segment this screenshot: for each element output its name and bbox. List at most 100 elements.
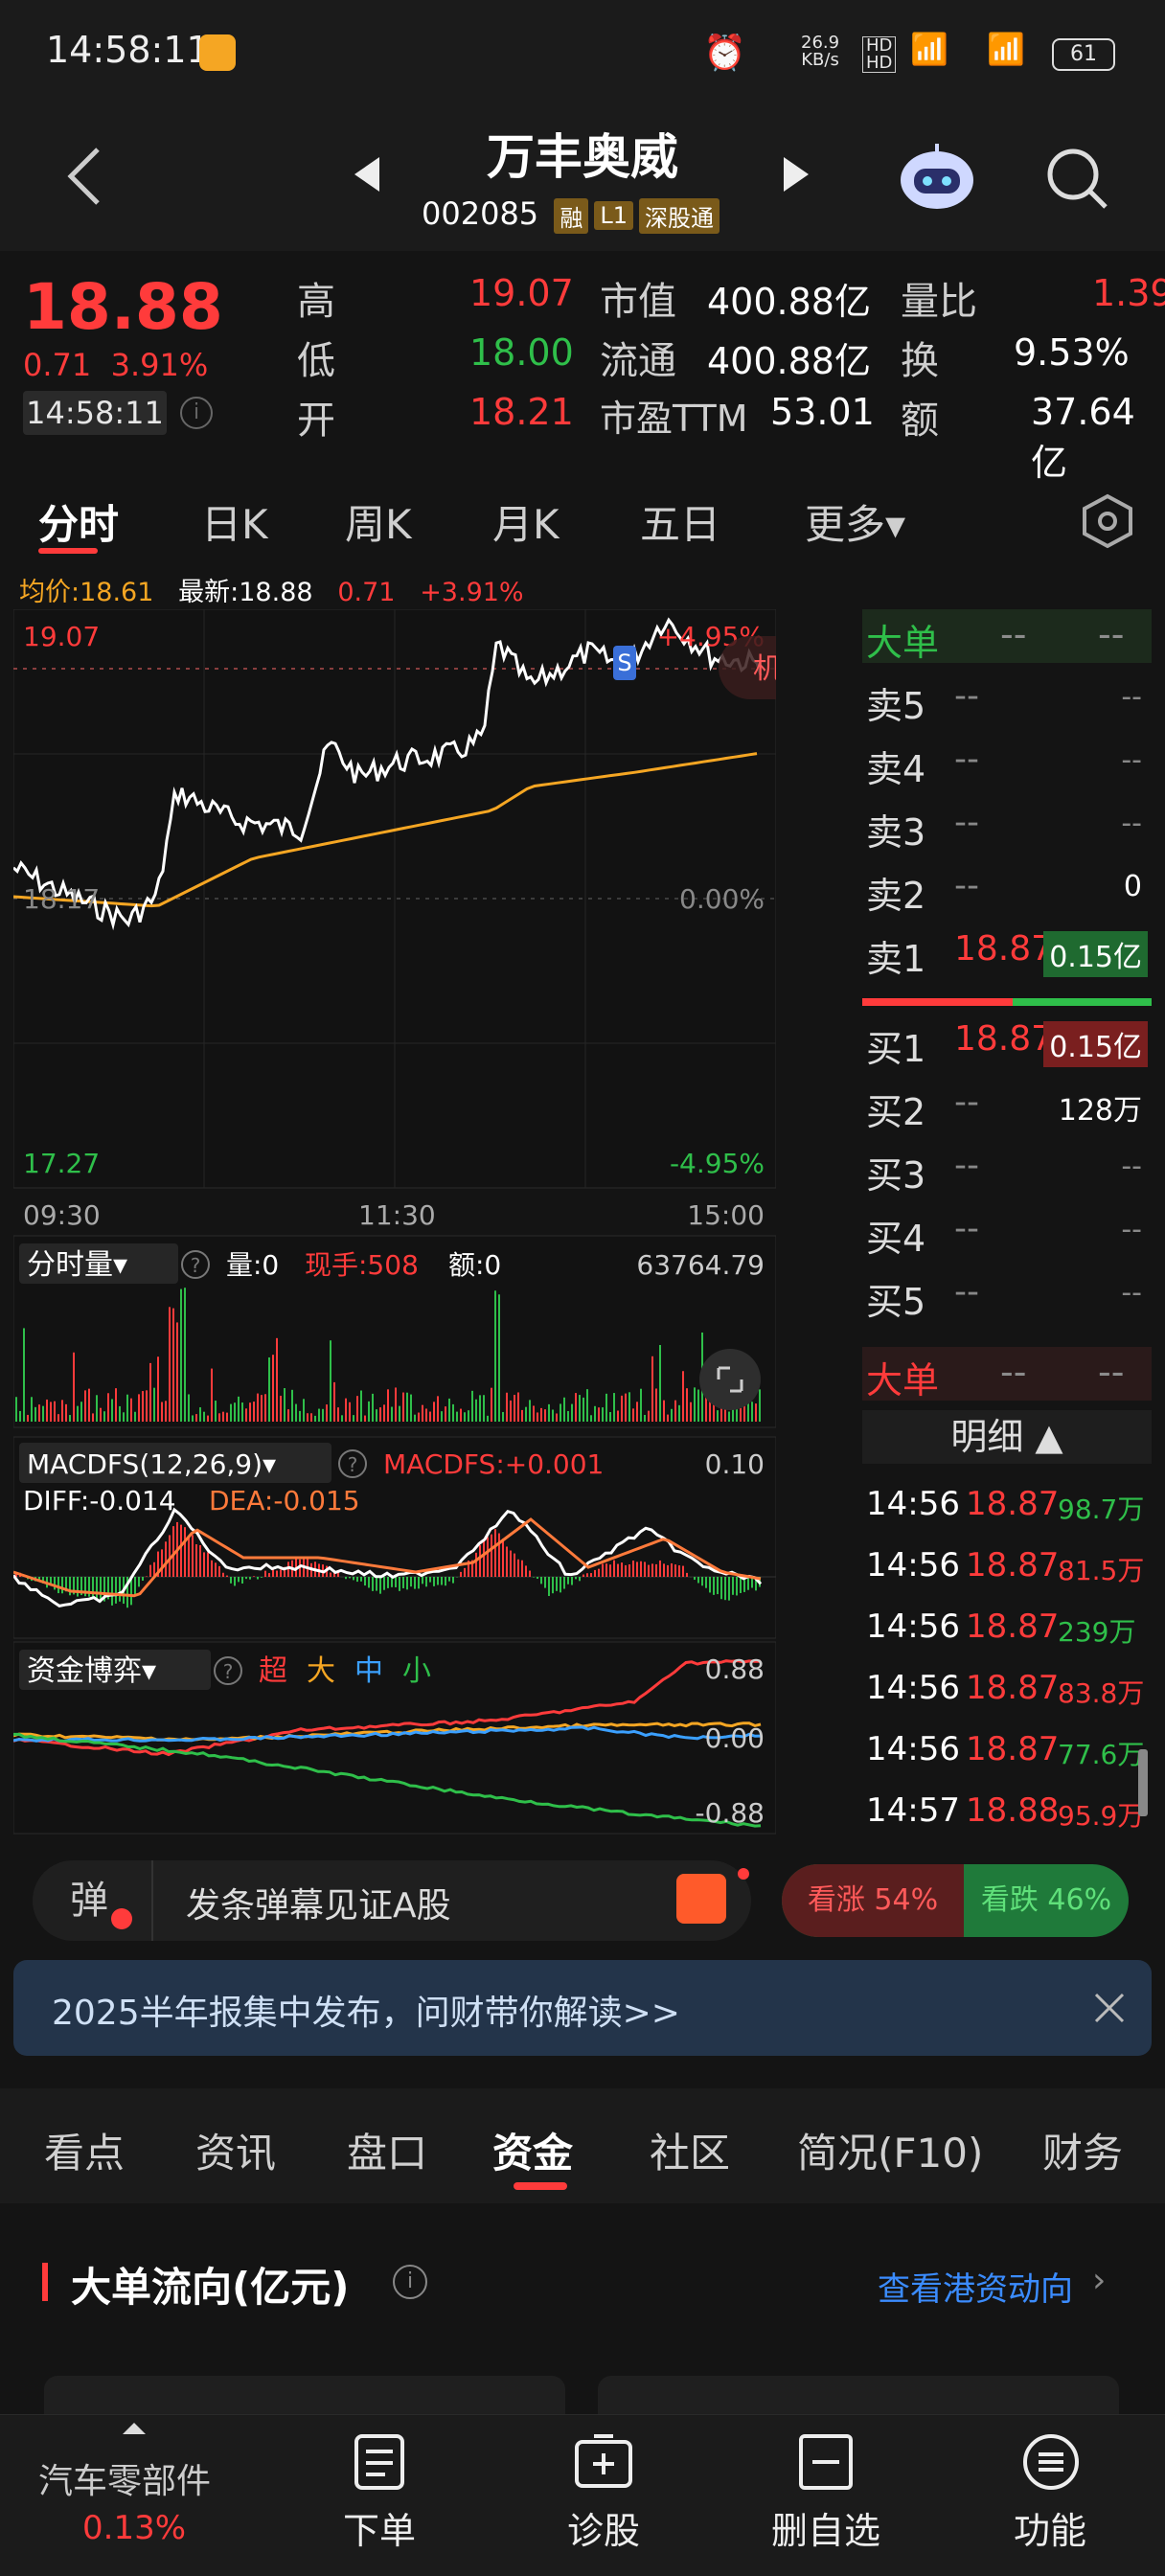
asks-row-4[interactable]: 卖2--0 [862,856,1152,920]
bids-label: 买4 [866,1209,925,1262]
detail-header[interactable]: 明细 ▲ [862,1410,1152,1464]
volume-bar [514,1395,515,1422]
asks-row-3[interactable]: 卖3---- [862,793,1152,856]
vote-down-button[interactable]: 看跌 46% [964,1864,1129,1937]
macd-bar [441,1577,443,1585]
macd-bar [717,1577,719,1594]
macd-bar [245,1577,247,1579]
macd-bar [598,1569,600,1577]
search-icon[interactable] [1044,146,1111,213]
next-stock-icon[interactable] [782,155,811,194]
banner-text[interactable]: 2025半年报集中发布，问财带你解读>> [52,1985,680,2035]
gift-icon[interactable] [676,1874,726,1924]
tab-intraday[interactable]: 分时 [38,492,119,551]
volume-bar [521,1410,523,1422]
volume-bar [54,1402,56,1422]
volume-bar [632,1408,634,1422]
nav-order[interactable]: 下单 [284,2501,475,2554]
macd-bar [494,1529,496,1577]
volume-bar [460,1409,462,1422]
bids-row-3[interactable]: 买3---- [862,1136,1152,1199]
tab-community[interactable]: 社区 [650,2121,730,2179]
tab-orderbook[interactable]: 盘口 [347,2121,427,2179]
trade-volume: 98.7万 [1058,1489,1144,1527]
volume-bar [594,1406,596,1422]
vote-up-button[interactable]: 看涨 54% [782,1864,964,1937]
fund-super: 超 [259,1654,287,1688]
macd-bar [621,1562,623,1577]
volume-bar [471,1391,473,1422]
axis-bot-price: 17.27 [23,1148,100,1179]
volume-bar [494,1290,496,1422]
volume-bar [540,1408,542,1422]
macd-bar [379,1577,381,1594]
robot-assistant-icon[interactable] [897,144,977,211]
macd-bar [460,1572,462,1577]
volume-bar [537,1412,538,1422]
macd-bar [264,1571,266,1577]
volume-bar [759,1389,761,1422]
trade-time: 14:56 [866,1485,960,1523]
nav-function[interactable]: 功能 [954,2501,1146,2554]
bids-row-1[interactable]: 买118.870.15亿 [862,1010,1152,1073]
volume-bar [337,1407,339,1422]
sector-name[interactable]: 汽车零部件 [38,2453,211,2503]
tab-funds[interactable]: 资金 [492,2121,573,2179]
order-icon[interactable] [351,2432,408,2492]
bids-label: 买2 [866,1083,925,1135]
volume-bar [34,1407,36,1422]
intraday-chart[interactable]: 19.07 18.17 17.27 +4.95% 0.00% -4.95% S … [13,609,776,1839]
volume-bar [690,1402,692,1422]
bids-row-2[interactable]: 买2--128万 [862,1073,1152,1136]
bids-row-5[interactable]: 买5---- [862,1263,1152,1326]
high-label: 高 [297,270,335,326]
bids-volume: 128万 [1053,1084,1148,1130]
bids-row-4[interactable]: 买4---- [862,1199,1152,1263]
remove-watch-icon[interactable] [797,2432,855,2492]
promo-banner[interactable]: 2025半年报集中发布，问财带你解读>> [13,1960,1152,2056]
diagnose-icon[interactable] [573,2432,634,2492]
asks-row-2[interactable]: 卖4---- [862,730,1152,793]
close-icon[interactable] [1094,1993,1125,2023]
bids-label: 买5 [866,1272,925,1325]
volume-bar [207,1416,209,1422]
info-tab-indicator [514,2182,567,2190]
asks-row-1[interactable]: 卖5---- [862,667,1152,730]
tab-monthly-k[interactable]: 月K [492,492,560,551]
tag-margin: 融 [554,198,588,234]
tab-finance[interactable]: 财务 [1042,2121,1123,2179]
tab-five-day[interactable]: 五日 [640,492,720,551]
tab-daily-k[interactable]: 日K [201,492,268,551]
status-time: 14:58:11 [46,29,210,71]
tab-f10[interactable]: 简况(F10) [797,2121,983,2179]
volume-bar [264,1394,266,1422]
bids-price: -- [954,1272,979,1311]
big-order-top: 大单 -- -- [862,609,1152,663]
danmu-check-badge [111,1908,132,1929]
hk-funds-link[interactable]: 查看港资动向 [878,2263,1073,2310]
macd-bar [487,1537,489,1577]
volume-bar [418,1413,420,1422]
settings-hex-icon[interactable] [1079,492,1136,550]
tab-highlights[interactable]: 看点 [44,2121,125,2179]
sector-expand-icon[interactable] [123,2423,146,2434]
macd-max: 0.10 [705,1448,765,1480]
macd-bar [663,1563,665,1577]
tab-more[interactable]: 更多▾ [805,492,905,551]
section-info-icon[interactable]: i [393,2265,427,2299]
tab-weekly-k[interactable]: 周K [345,492,412,551]
macd-bar [720,1577,722,1599]
trade-detail-row: 14:5618.87239万 [862,1598,1152,1659]
volume-bar [529,1400,531,1422]
asks-row-5[interactable]: 卖118.870.15亿 [862,920,1152,983]
nav-diagnose[interactable]: 诊股 [508,2501,699,2554]
function-icon[interactable] [1021,2432,1081,2492]
volume-bar [663,1401,665,1422]
tab-news[interactable]: 资讯 [195,2121,276,2179]
danmu-input[interactable]: 发条弹幕见证A股 [186,1878,451,1927]
nav-remove-watch[interactable]: 删自选 [730,2501,922,2554]
info-icon[interactable]: i [180,397,213,429]
volume-bar [218,1413,220,1422]
macd-bar [506,1546,508,1577]
detail-scrollbar[interactable] [1138,1749,1148,1816]
